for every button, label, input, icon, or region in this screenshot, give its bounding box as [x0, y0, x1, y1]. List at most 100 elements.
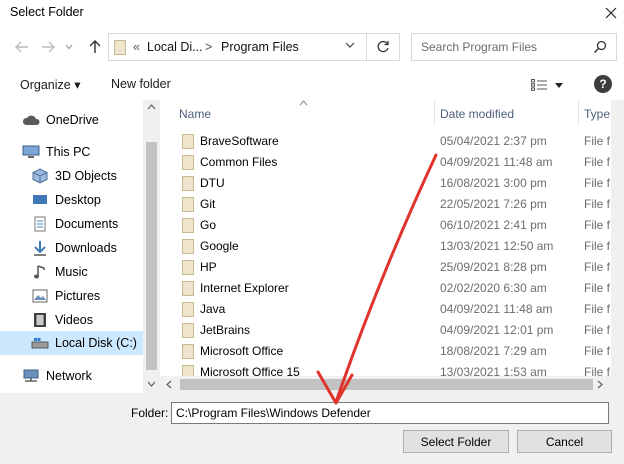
sidebar-scroll-thumb[interactable] — [146, 142, 157, 370]
view-options-button[interactable] — [531, 77, 571, 93]
sidebar-item-label: OneDrive — [46, 113, 99, 127]
sidebar-item-label: Pictures — [55, 289, 101, 303]
music-icon — [31, 264, 49, 280]
folder-path-input[interactable] — [171, 402, 609, 424]
help-button[interactable]: ? — [594, 75, 612, 93]
organize-menu[interactable]: Organize ▾ — [20, 77, 80, 92]
folder-type: File f — [584, 260, 611, 274]
folder-name: Internet Explorer — [200, 281, 289, 295]
sidebar-item-videos[interactable]: Videos — [31, 309, 93, 331]
help-icon: ? — [599, 77, 607, 91]
folder-row[interactable]: Internet Explorer 02/02/2020 6:30 am File … — [178, 278, 624, 299]
column-divider[interactable] — [578, 100, 579, 126]
folder-row[interactable]: Common Files 04/09/2021 11:48 am File f — [178, 152, 624, 173]
folder-row[interactable]: Git 22/05/2021 7:26 pm File f — [178, 194, 624, 215]
back-button[interactable] — [12, 38, 32, 56]
sidebar-item-pictures[interactable]: Pictures — [31, 285, 100, 307]
column-divider[interactable] — [434, 100, 435, 126]
address-segment-local-disk[interactable]: Local Di... — [147, 40, 203, 54]
folder-icon — [182, 218, 194, 233]
address-separator[interactable]: > — [205, 40, 212, 54]
cloud-icon — [22, 112, 40, 128]
address-bar[interactable]: « Local Di... > Program Files — [108, 33, 367, 61]
sidebar-item-label: Downloads — [55, 241, 117, 255]
close-icon — [605, 7, 617, 19]
file-list: Name Date modified Type BraveSoftware 05/… — [160, 100, 624, 393]
search-box[interactable] — [411, 33, 617, 61]
title-bar: Select Folder — [0, 0, 624, 30]
file-list-horizontal-scrollbar[interactable] — [160, 376, 611, 393]
folder-row[interactable]: Google 13/03/2021 12:50 am File f — [178, 236, 624, 257]
folder-row[interactable]: BraveSoftware 05/04/2021 2:37 pm File f — [178, 131, 624, 152]
computer-icon — [22, 144, 40, 160]
folder-date: 06/10/2021 2:41 pm — [440, 218, 547, 232]
chevron-down-icon — [345, 42, 355, 48]
select-folder-button[interactable]: Select Folder — [403, 430, 509, 453]
folder-row[interactable]: Go 06/10/2021 2:41 pm File f — [178, 215, 624, 236]
folder-date: 04/09/2021 11:48 am — [440, 155, 553, 169]
up-button[interactable] — [85, 38, 105, 56]
column-header-date[interactable]: Date modified — [440, 100, 514, 126]
sidebar-item-label: Desktop — [55, 193, 101, 207]
search-input[interactable] — [412, 34, 592, 60]
sort-ascending-icon — [299, 100, 308, 106]
sidebar-item-network[interactable]: Network — [22, 365, 92, 387]
folder-type: File f — [584, 134, 611, 148]
folder-label: Folder: — [131, 406, 169, 420]
scroll-down-icon — [147, 381, 156, 387]
navigation-bar: « Local Di... > Program Files — [0, 30, 624, 64]
navigation-pane: OneDrive This PC 3D Objects Desktop Docu… — [0, 100, 160, 393]
folder-date: 13/03/2021 12:50 am — [440, 239, 554, 253]
folder-name: BraveSoftware — [200, 134, 279, 148]
sidebar-item-desktop[interactable]: Desktop — [31, 189, 101, 211]
folder-date: 04/09/2021 12:01 pm — [440, 323, 554, 337]
close-button[interactable] — [598, 2, 624, 24]
sidebar-item-local-disk[interactable]: Local Disk (C:) — [0, 331, 143, 355]
sidebar-item-3d-objects[interactable]: 3D Objects — [31, 165, 117, 187]
sidebar-item-music[interactable]: Music — [31, 261, 88, 283]
cancel-button[interactable]: Cancel — [517, 430, 612, 453]
sidebar-item-label: Music — [55, 265, 88, 279]
folder-icon — [182, 344, 194, 359]
sidebar-item-this-pc[interactable]: This PC — [22, 141, 90, 163]
sidebar-item-onedrive[interactable]: OneDrive — [22, 109, 99, 131]
folder-row[interactable]: Java 04/09/2021 11:48 am File f — [178, 299, 624, 320]
sidebar-scrollbar[interactable] — [143, 100, 160, 393]
folder-type: File f — [584, 176, 611, 190]
folder-row[interactable]: HP 25/09/2021 8:28 pm File f — [178, 257, 624, 278]
folder-row[interactable]: DTU 16/08/2021 3:00 pm File f — [178, 173, 624, 194]
folder-type: File f — [584, 197, 611, 211]
folder-date: 05/04/2021 2:37 pm — [440, 134, 547, 148]
sidebar-item-documents[interactable]: Documents — [31, 213, 118, 235]
folder-icon — [182, 176, 194, 191]
folder-icon — [114, 40, 126, 55]
address-overflow[interactable]: « — [133, 40, 140, 54]
folder-row[interactable]: Microsoft Office 18/08/2021 7:29 am File f — [178, 341, 624, 362]
forward-button[interactable] — [38, 38, 58, 56]
command-bar: Organize ▾ New folder ? — [0, 68, 624, 100]
folder-name: DTU — [200, 176, 225, 190]
address-segment-program-files[interactable]: Program Files — [221, 40, 299, 54]
folder-row[interactable]: JetBrains 04/09/2021 12:01 pm File f — [178, 320, 624, 341]
cube-icon — [31, 168, 49, 184]
folder-name: Common Files — [200, 155, 278, 169]
new-folder-button[interactable]: New folder — [111, 77, 171, 91]
folder-date: 02/02/2020 6:30 am — [440, 281, 547, 295]
folder-date: 16/08/2021 3:00 pm — [440, 176, 547, 190]
column-header-type[interactable]: Type — [584, 100, 610, 126]
sidebar-item-label: Local Disk (C:) — [55, 336, 137, 350]
folder-type: File f — [584, 218, 611, 232]
sidebar-item-label: 3D Objects — [55, 169, 117, 183]
recent-locations-button[interactable] — [62, 38, 76, 56]
sidebar-item-downloads[interactable]: Downloads — [31, 237, 117, 259]
documents-icon — [31, 216, 49, 232]
column-header-name[interactable]: Name — [179, 100, 211, 126]
refresh-button[interactable] — [367, 33, 400, 61]
folder-name: Go — [200, 218, 217, 232]
file-list-vertical-scrollbar[interactable] — [611, 100, 624, 393]
folder-name: Java — [200, 302, 226, 316]
folder-date: 04/09/2021 11:48 am — [440, 302, 553, 316]
chevron-down-icon — [65, 44, 73, 50]
horizontal-scroll-thumb[interactable] — [180, 379, 593, 390]
folder-date: 22/05/2021 7:26 pm — [440, 197, 547, 211]
